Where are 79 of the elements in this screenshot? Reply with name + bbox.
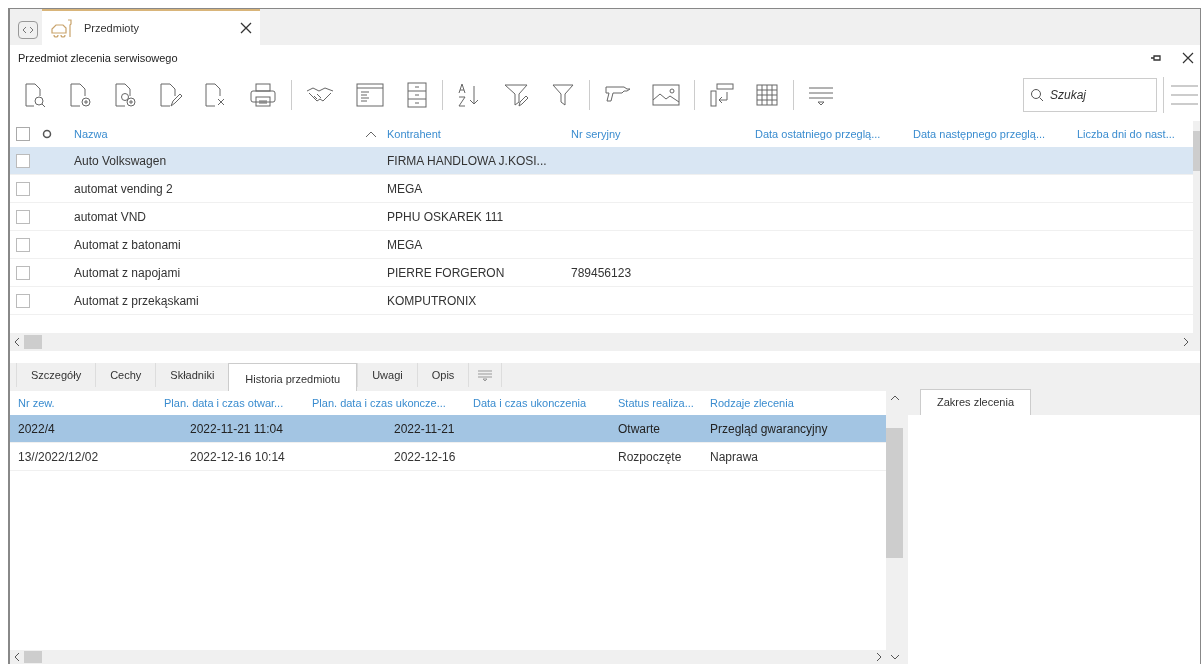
- document-search-icon[interactable]: [24, 82, 48, 108]
- filter-icon[interactable]: [551, 82, 575, 108]
- tab[interactable]: Historia przedmiotu: [228, 363, 358, 391]
- document-tab[interactable]: Przedmioty: [42, 9, 260, 45]
- tab[interactable]: Szczegóły: [16, 363, 96, 387]
- close-icon[interactable]: [240, 22, 252, 34]
- circle-icon: [42, 129, 52, 139]
- column-header[interactable]: Nazwa: [74, 125, 108, 143]
- tab[interactable]: Cechy: [95, 363, 156, 387]
- column-header[interactable]: Liczba dni do nast...: [1077, 125, 1175, 143]
- column-header[interactable]: Plan. data i czas ukoncze...: [312, 396, 446, 409]
- table-cell: Naprawa: [710, 449, 759, 464]
- document-edit-icon[interactable]: [159, 82, 183, 108]
- table-cell: 2022-11-21: [394, 421, 455, 436]
- row-checkbox[interactable]: [16, 293, 30, 308]
- document-copy-add-icon[interactable]: [114, 82, 138, 108]
- table-cell: PPHU OSKAREK 111: [387, 209, 504, 224]
- grid-icon[interactable]: [755, 83, 779, 107]
- table-cell: Rozpoczęte: [618, 449, 682, 464]
- table-row[interactable]: 2022/4 2022-11-21 11:04 2022-11-21 Otwarte Przegląd gwarancyjny: [10, 415, 886, 443]
- column-header[interactable]: Rodzaje zlecenia: [710, 396, 794, 409]
- column-header[interactable]: Data i czas ukonczenia: [473, 396, 587, 409]
- panel-title: Przedmiot zlecenia serwisowego: [18, 50, 179, 66]
- window-list-icon[interactable]: [356, 82, 384, 108]
- close-icon[interactable]: [1182, 52, 1194, 64]
- vertical-scrollbar[interactable]: [1193, 121, 1200, 351]
- table-cell: 2022-11-21 11:04: [190, 421, 283, 436]
- column-header[interactable]: Status realiza...: [618, 396, 694, 409]
- search-icon: [1030, 88, 1044, 102]
- table-cell: 2022-12-16: [394, 449, 456, 464]
- sort-az-icon[interactable]: [457, 82, 481, 108]
- table-cell: Auto Volkswagen: [74, 153, 167, 168]
- pin-icon[interactable]: [1150, 53, 1162, 63]
- table-cell: Przegląd gwarancyjny: [710, 421, 828, 436]
- row-checkbox[interactable]: [16, 209, 30, 224]
- row-checkbox[interactable]: [16, 265, 30, 280]
- table-cell: MEGA: [387, 181, 423, 196]
- table-cell: KOMPUTRONIX: [387, 293, 477, 308]
- table-cell: Automat z batonami: [74, 237, 181, 252]
- search-field[interactable]: Szukaj: [1023, 78, 1157, 112]
- column-header[interactable]: Plan. data i czas otwar...: [164, 396, 284, 409]
- tab-label: Przedmioty: [84, 20, 141, 36]
- filter-edit-icon[interactable]: [503, 82, 529, 108]
- scrollbar-thumb[interactable]: [24, 335, 42, 349]
- table-cell: 789456123: [571, 265, 632, 280]
- tab-scroll-button[interactable]: [18, 21, 38, 39]
- column-header[interactable]: Kontrahent: [387, 125, 441, 143]
- table-cell: 2022/4: [18, 421, 55, 436]
- table-cell: PIERRE FORGERON: [387, 265, 505, 280]
- row-checkbox[interactable]: [16, 153, 30, 168]
- table-cell: Automat z napojami: [74, 265, 181, 280]
- print-icon[interactable]: [249, 82, 277, 108]
- cabinet-icon[interactable]: [406, 82, 428, 108]
- image-icon[interactable]: [652, 83, 680, 107]
- tab[interactable]: Zakres zlecenia: [920, 389, 1032, 415]
- table-cell: 2022-12-16 10:14: [190, 449, 285, 464]
- sort-caret-icon[interactable]: [365, 130, 377, 138]
- row-checkbox[interactable]: [16, 237, 30, 252]
- column-header[interactable]: Data następnego przeglą...: [913, 125, 1046, 143]
- select-all-checkbox[interactable]: [16, 127, 30, 141]
- table-cell: FIRMA HANDLOWA J.KOSI...: [387, 153, 547, 168]
- tab[interactable]: Uwagi: [357, 363, 417, 387]
- document-add-icon[interactable]: [69, 82, 93, 108]
- column-wrap-icon[interactable]: [709, 82, 735, 108]
- row-checkbox[interactable]: [16, 181, 30, 196]
- tab[interactable]: Opis: [416, 363, 469, 387]
- table-cell: automat vending 2: [74, 181, 173, 196]
- table-cell: MEGA: [387, 237, 423, 252]
- table-cell: Automat z przekąskami: [74, 293, 199, 308]
- scrollbar-thumb[interactable]: [24, 651, 42, 663]
- left-right-arrows-icon: [21, 26, 35, 34]
- column-header[interactable]: Nr seryjny: [571, 125, 621, 143]
- table-row[interactable]: Auto Volkswagen FIRMA HANDLOWA J.KOSI...: [10, 147, 1193, 175]
- search-input[interactable]: Szukaj: [1050, 86, 1150, 104]
- column-header[interactable]: Nr zew.: [18, 396, 55, 409]
- table-cell: Otwarte: [618, 421, 660, 436]
- table-cell: automat VND: [74, 209, 147, 224]
- table-cell: 13//2022/12/02: [18, 449, 99, 464]
- column-header[interactable]: Data ostatniego przeglą...: [755, 125, 881, 143]
